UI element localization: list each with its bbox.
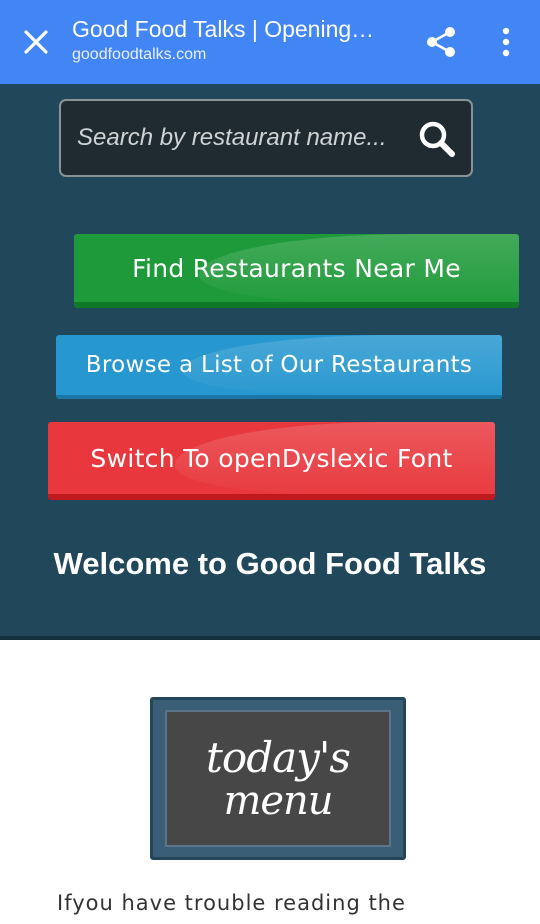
close-button[interactable] [14,20,58,64]
todays-menu-image: today's menu [150,697,406,860]
custom-tab-toolbar: Good Food Talks | Opening… goodfoodtalks… [0,0,540,84]
page-title-block: Good Food Talks | Opening… goodfoodtalks… [72,14,392,66]
page-title: Good Food Talks | Opening… [72,16,375,42]
find-restaurants-label: Find Restaurants Near Me [132,253,461,283]
dyslexic-font-label: Switch To openDyslexic Font [90,443,453,473]
browse-restaurants-button[interactable]: Browse a List of Our Restaurants [56,335,502,399]
search-box [59,99,473,177]
dyslexic-font-button[interactable]: Switch To openDyslexic Font [48,422,495,500]
search-input[interactable] [77,101,407,175]
share-icon [427,27,455,57]
search-icon [419,121,455,157]
search-button[interactable] [417,119,457,159]
overflow-menu-button[interactable] [484,20,528,64]
sign-line-1: today's [206,732,351,782]
share-button[interactable] [420,20,464,64]
site-header: Find Restaurants Near Me Browse a List o… [0,84,540,640]
page-url: goodfoodtalks.com [72,46,207,63]
sign-line-2: menu [223,777,333,824]
browse-restaurants-label: Browse a List of Our Restaurants [85,352,473,378]
chalkboard-surface: today's menu [165,710,391,847]
more-vert-icon [502,27,510,57]
intro-paragraph: Ifyou have trouble reading the [57,891,406,915]
find-restaurants-button[interactable]: Find Restaurants Near Me [74,234,519,308]
close-icon [24,30,48,54]
welcome-heading: Welcome to Good Food Talks [53,546,487,581]
